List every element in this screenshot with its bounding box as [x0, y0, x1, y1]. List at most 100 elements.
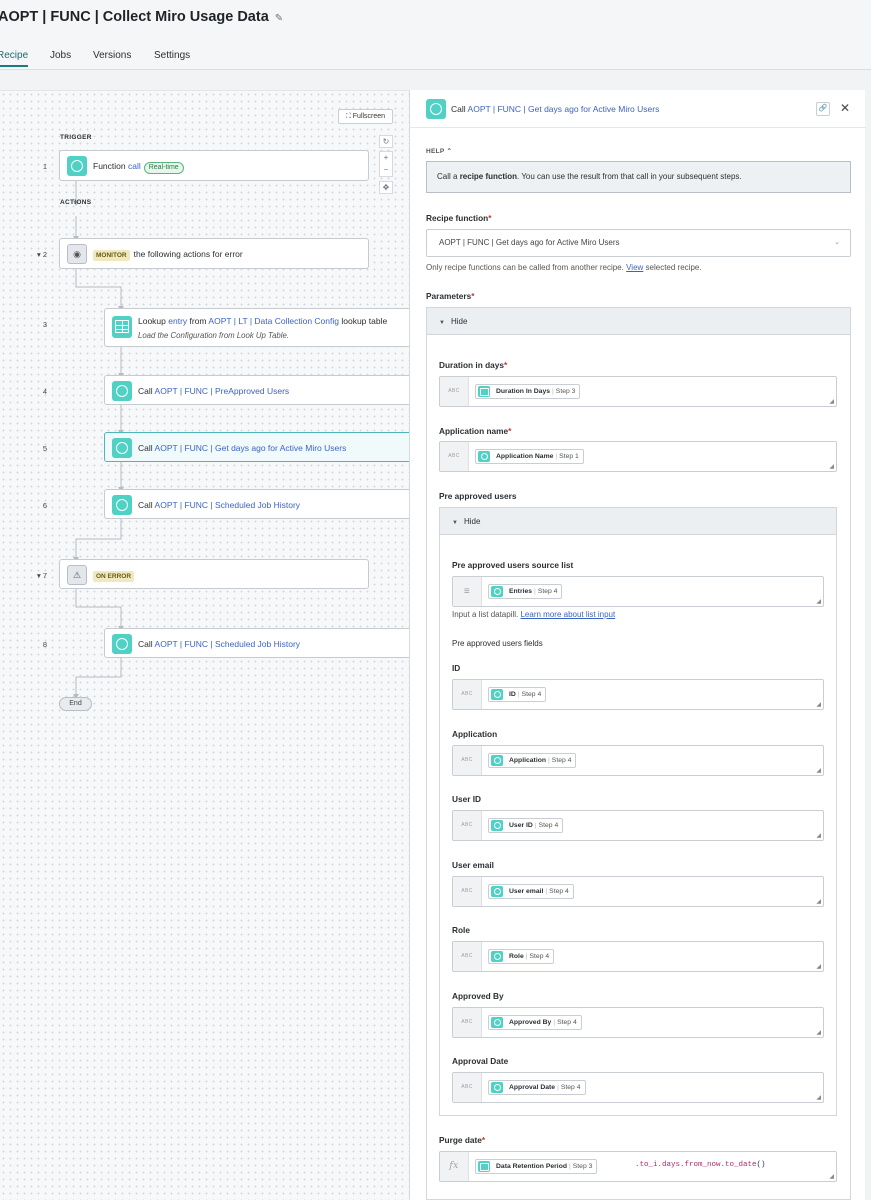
datapill[interactable]: Approved By | Step 4 — [488, 1015, 582, 1030]
pre-approved-hide-toggle[interactable]: ▼ Hide — [439, 507, 837, 535]
view-recipe-link[interactable]: View — [626, 263, 643, 272]
on-error-step-card[interactable]: ⚠ ON ERROR — [59, 559, 369, 589]
datapill[interactable]: Approval Date | Step 4 — [488, 1080, 586, 1095]
list-input-learn-more-link[interactable]: Learn more about list input — [520, 610, 615, 619]
purge-date-input[interactable]: fx Data Retention Period | Step 3 .to_i.da… — [439, 1151, 837, 1182]
resize-handle-icon[interactable]: ◢ — [829, 398, 834, 405]
caret-down-icon: ▼ — [452, 520, 458, 526]
field-label-user-email: User email — [452, 860, 494, 870]
panel-title: Call AOPT | FUNC | Get days ago for Acti… — [451, 104, 660, 114]
resize-handle-icon[interactable]: ◢ — [816, 1094, 821, 1101]
user-email-input[interactable]: ABC User email | Step 4 ◢ — [452, 876, 824, 907]
datapill[interactable]: ID | Step 4 — [488, 687, 547, 702]
resize-handle-icon[interactable]: ◢ — [816, 832, 821, 839]
call-step-card[interactable]: Call AOPT | FUNC | Scheduled Job History — [104, 628, 416, 658]
datapill[interactable]: Duration In Days | Step 3 — [475, 384, 581, 399]
close-icon[interactable]: ✕ — [840, 101, 850, 115]
type-indicator: ABC — [453, 811, 482, 840]
resize-handle-icon[interactable]: ◢ — [816, 898, 821, 905]
call-step-card-selected[interactable]: Call AOPT | FUNC | Get days ago for Acti… — [104, 432, 416, 462]
formula-mode-icon: fx — [440, 1152, 469, 1181]
function-icon — [112, 438, 132, 458]
resize-handle-icon[interactable]: ◢ — [829, 1173, 834, 1180]
end-marker: End — [59, 697, 92, 711]
function-icon — [491, 886, 503, 897]
type-indicator: ABC — [453, 942, 482, 971]
function-icon — [491, 951, 503, 962]
resize-handle-icon[interactable]: ◢ — [829, 463, 834, 470]
source-list-label: Pre approved users source list — [452, 560, 574, 570]
role-input[interactable]: ABC Role | Step 4 ◢ — [452, 941, 824, 972]
tab-recipe[interactable]: Recipe — [0, 50, 29, 67]
link-icon[interactable]: 🔗 — [816, 102, 830, 116]
recipe-function-select[interactable]: AOPT | FUNC | Get days ago for Active Mi… — [426, 229, 851, 257]
trigger-step-card[interactable]: Function call Real-time — [59, 150, 369, 181]
call-step-card[interactable]: Call AOPT | FUNC | Scheduled Job History — [104, 489, 416, 519]
approved-by-input[interactable]: ABC Approved By | Step 4 ◢ — [452, 1007, 824, 1038]
resize-handle-icon[interactable]: ◢ — [816, 598, 821, 605]
datapill[interactable]: Application Name | Step 1 — [475, 449, 584, 464]
duration-input[interactable]: ABC Duration In Days | Step 3 ◢ — [439, 376, 837, 407]
function-icon — [491, 689, 503, 700]
call-link[interactable]: call — [128, 161, 141, 171]
step-number: 3 — [42, 320, 47, 329]
id-input[interactable]: ABC ID | Step 4 ◢ — [452, 679, 824, 710]
datapill[interactable]: User ID | Step 4 — [488, 818, 564, 833]
caret-down-icon: ▼ — [439, 320, 445, 326]
type-indicator: ABC — [440, 377, 469, 406]
user-id-input[interactable]: ABC User ID | Step 4 ◢ — [452, 810, 824, 841]
edit-pencil-icon[interactable]: ✎ — [275, 13, 283, 24]
function-icon — [491, 1082, 503, 1093]
application-name-input[interactable]: ABC Application Name | Step 1 ◢ — [439, 441, 837, 472]
source-list-input[interactable]: ≡ Entries | Step 4 ◢ — [452, 576, 824, 607]
recipe-function-hint: Only recipe functions can be called from… — [426, 263, 702, 272]
help-toggle[interactable]: HELP ⌃ — [426, 147, 452, 155]
type-indicator: ABC — [453, 1008, 482, 1037]
monitor-step-card[interactable]: ◉ MONITOR the following actions for error — [59, 238, 369, 269]
step-number: 5 — [42, 444, 47, 453]
datapill[interactable]: User email | Step 4 — [488, 884, 574, 899]
tab-jobs[interactable]: Jobs — [50, 50, 71, 61]
resize-handle-icon[interactable]: ◢ — [816, 963, 821, 970]
table-icon — [478, 1161, 490, 1172]
recipe-header: AOPT | FUNC | Collect Miro Usage Data ✎ R… — [0, 0, 871, 70]
resize-handle-icon[interactable]: ◢ — [816, 701, 821, 708]
step-number: ▾ 7 — [36, 571, 47, 580]
duration-label: Duration in days* — [439, 360, 508, 370]
lookup-step-card[interactable]: Lookup entry from AOPT | LT | Data Colle… — [104, 308, 416, 347]
recipe-title: AOPT | FUNC | Collect Miro Usage Data ✎ — [0, 9, 284, 25]
call-step-card[interactable]: Call AOPT | FUNC | PreApproved Users — [104, 375, 416, 405]
parameters-hide-toggle[interactable]: ▼ Hide — [426, 307, 851, 335]
zoom-controls[interactable]: + − — [379, 151, 393, 177]
approval-date-input[interactable]: ABC Approval Date | Step 4 ◢ — [452, 1072, 824, 1103]
trigger-section-label: TRIGGER — [60, 134, 92, 141]
tab-settings[interactable]: Settings — [154, 50, 190, 61]
datapill[interactable]: Data Retention Period | Step 3 — [475, 1159, 598, 1174]
type-indicator: ABC — [453, 1073, 482, 1102]
fit-view-icon[interactable]: ✥ — [379, 181, 393, 194]
tab-versions[interactable]: Versions — [93, 50, 131, 61]
pre-approved-users-label: Pre approved users — [439, 491, 517, 501]
resize-handle-icon[interactable]: ◢ — [816, 767, 821, 774]
parameters-label: Parameters* — [426, 291, 475, 301]
warning-icon: ⚠ — [67, 565, 87, 585]
fullscreen-button[interactable]: ⛶ Fullscreen — [338, 109, 393, 124]
entry-link[interactable]: entry — [168, 316, 187, 326]
on-error-badge: ON ERROR — [93, 571, 135, 582]
table-icon — [112, 316, 132, 338]
recipe-canvas[interactable]: ⛶ Fullscreen ↻ + − ✥ TRIGGER ACTIONS 1 Fu… — [0, 90, 416, 1200]
resize-handle-icon[interactable]: ◢ — [816, 1029, 821, 1036]
application-name-label: Application name* — [439, 426, 512, 436]
function-icon — [67, 156, 87, 176]
datapill[interactable]: Entries | Step 4 — [488, 584, 563, 599]
datapill[interactable]: Role | Step 4 — [488, 949, 555, 964]
reset-view-icon[interactable]: ↻ — [379, 135, 393, 148]
step-number: 8 — [42, 640, 47, 649]
type-indicator: ABC — [453, 746, 482, 775]
lookup-table-link[interactable]: AOPT | LT | Data Collection Config — [208, 316, 339, 326]
function-icon — [491, 1017, 503, 1028]
function-icon — [112, 381, 132, 401]
application-input[interactable]: ABC Application | Step 4 ◢ — [452, 745, 824, 776]
datapill[interactable]: Application | Step 4 — [488, 753, 577, 768]
recipe-function-label: Recipe function* — [426, 213, 492, 223]
